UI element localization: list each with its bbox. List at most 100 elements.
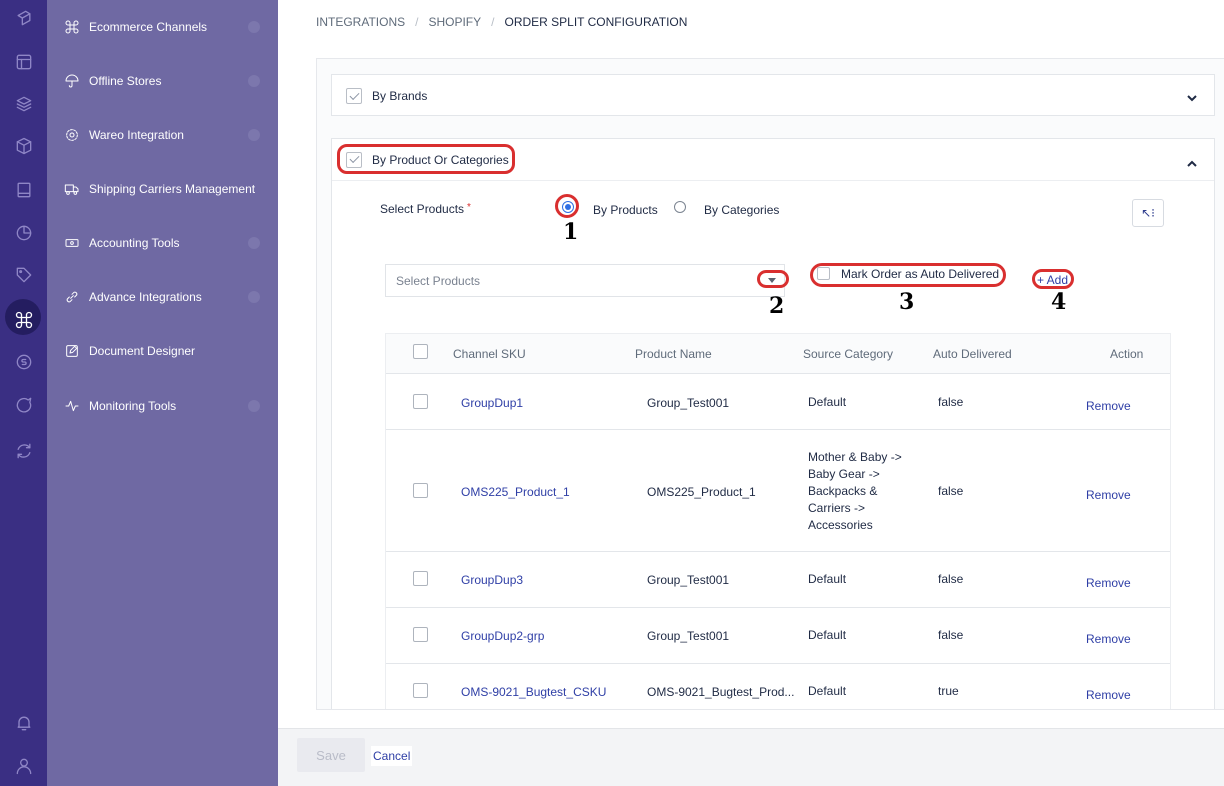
row-checkbox[interactable] [413, 394, 428, 409]
currency-icon[interactable] [0, 347, 47, 377]
umbrella-icon [63, 72, 81, 90]
user-icon[interactable] [0, 751, 47, 781]
source-category: Default [808, 395, 847, 409]
book-icon[interactable] [0, 175, 47, 205]
accordion-by-brands[interactable]: By Brands [331, 74, 1215, 116]
accordion-header[interactable]: By Brands [332, 75, 1214, 117]
breadcrumb-shopify[interactable]: SHOPIFY [428, 15, 481, 29]
table-row: GroupDup3 Group_Test001 Default false Re… [386, 552, 1170, 608]
sidebar-item-label: Accounting Tools [89, 236, 180, 250]
breadcrumb-integrations[interactable]: INTEGRATIONS [316, 15, 405, 29]
column-header[interactable]: Auto Delivered [933, 346, 1012, 363]
select-products-text: Select Products [380, 202, 465, 216]
breadcrumb-current: ORDER SPLIT CONFIGURATION [504, 15, 688, 29]
sku-link[interactable]: OMS225_Product_1 [461, 484, 570, 501]
chevron-icon [248, 129, 260, 141]
refresh-icon[interactable] [0, 436, 47, 466]
remove-button[interactable]: Remove [1086, 398, 1131, 415]
sidebar-item-label: Wareo Integration [89, 128, 184, 142]
sidebar-item-label: Monitoring Tools [89, 399, 177, 413]
auto-delivered-value: false [938, 572, 964, 586]
chevron-icon [248, 400, 260, 412]
sidebar-panel: Ecommerce Channels Offline Stores Wareo … [47, 0, 278, 786]
chat-icon[interactable] [0, 390, 47, 420]
app-window: Ecommerce Channels Offline Stores Wareo … [0, 0, 1224, 786]
save-button[interactable]: Save [297, 738, 365, 772]
cancel-button[interactable]: Cancel [371, 746, 413, 766]
sidebar-item-shipping-carriers[interactable]: Shipping Carriers Management [47, 174, 278, 204]
table-header: Channel SKU Product Name Source Category… [386, 334, 1170, 374]
select-all-checkbox[interactable] [413, 344, 428, 359]
product-name: Group_Test001 [647, 396, 730, 410]
sidebar-item-offline-stores[interactable]: Offline Stores [47, 66, 278, 96]
accordion-title: By Product Or Categories [372, 152, 509, 167]
bell-icon[interactable] [0, 708, 47, 738]
sidebar-item-label: Shipping Carriers Management [89, 182, 256, 196]
sidebar-item-monitoring-tools[interactable]: Monitoring Tools [47, 391, 278, 421]
select-products-label: Select Products * [380, 202, 471, 216]
column-header[interactable]: Source Category [803, 346, 893, 363]
column-header[interactable]: Channel SKU [453, 346, 526, 363]
row-checkbox[interactable] [413, 483, 428, 498]
caret-down-icon[interactable] [768, 278, 776, 283]
box-icon[interactable] [0, 131, 47, 161]
radio-by-categories[interactable] [674, 201, 686, 213]
table-row: GroupDup2-grp Group_Test001 Default fals… [386, 608, 1170, 664]
row-checkbox[interactable] [413, 627, 428, 642]
annotation-number: 2 [769, 293, 785, 319]
sidebar-item-accounting-tools[interactable]: Accounting Tools [47, 228, 278, 258]
brands-checkbox[interactable] [346, 88, 362, 104]
remove-button[interactable]: Remove [1086, 487, 1131, 504]
sku-link[interactable]: OMS-9021_Bugtest_CSKU [461, 684, 606, 701]
edit-icon [63, 342, 81, 360]
source-category: Default [808, 628, 847, 642]
accordion-title: By Brands [372, 89, 428, 103]
activity-icon [63, 397, 81, 415]
config-card: By Brands By Product Or Categories Selec… [316, 58, 1224, 710]
layers-icon[interactable] [0, 89, 47, 119]
chevron-icon [248, 21, 260, 33]
sku-link[interactable]: GroupDup3 [461, 572, 523, 589]
collapse-button[interactable]: ↖⁝ [1132, 199, 1164, 227]
auto-delivered-label[interactable]: Mark Order as Auto Delivered [841, 267, 999, 281]
command-icon [63, 18, 81, 36]
add-button[interactable]: + Add [1037, 273, 1068, 287]
select-products-dropdown[interactable]: Select Products [385, 264, 785, 297]
column-header[interactable]: Product Name [635, 346, 712, 363]
auto-delivered-value: false [938, 484, 964, 498]
radio-by-categories-label[interactable]: By Categories [704, 203, 779, 217]
chevron-down-icon[interactable] [1186, 91, 1197, 102]
product-name: Group_Test001 [647, 629, 730, 643]
layout-icon[interactable] [0, 47, 47, 77]
sidebar-item-ecommerce-channels[interactable]: Ecommerce Channels [47, 12, 278, 42]
accordion-header[interactable]: By Product Or Categories [332, 139, 1214, 181]
chevron-up-icon[interactable] [1186, 157, 1197, 167]
remove-button[interactable]: Remove [1086, 575, 1131, 592]
sidebar-item-document-designer[interactable]: Document Designer [47, 336, 278, 366]
sku-link[interactable]: GroupDup1 [461, 395, 523, 412]
radio-by-products[interactable] [562, 201, 574, 213]
logo-icon[interactable] [0, 3, 47, 33]
chevron-icon [248, 291, 260, 303]
product-name: Group_Test001 [647, 573, 730, 587]
truck-icon [63, 180, 81, 198]
pie-chart-icon[interactable] [0, 218, 47, 248]
annotation-number: 1 [563, 219, 579, 245]
row-checkbox[interactable] [413, 571, 428, 586]
chevron-icon [248, 237, 260, 249]
auto-delivered-checkbox[interactable] [817, 267, 830, 280]
product-name: OMS225_Product_1 [647, 485, 756, 499]
main-content: INTEGRATIONS / SHOPIFY / ORDER SPLIT CON… [278, 0, 1224, 786]
remove-button[interactable]: Remove [1086, 631, 1131, 648]
tag-icon[interactable] [0, 260, 47, 290]
row-checkbox[interactable] [413, 683, 428, 698]
sidebar-item-wareo-integration[interactable]: Wareo Integration [47, 120, 278, 150]
sku-link[interactable]: GroupDup2-grp [461, 628, 544, 645]
products-checkbox[interactable] [346, 151, 362, 168]
command-icon[interactable] [0, 299, 47, 335]
sidebar-item-advance-integrations[interactable]: Advance Integrations [47, 282, 278, 312]
remove-button[interactable]: Remove [1086, 687, 1131, 704]
breadcrumb-separator: / [415, 15, 419, 29]
sidebar-item-label: Offline Stores [89, 74, 162, 88]
radio-by-products-label[interactable]: By Products [593, 203, 658, 217]
